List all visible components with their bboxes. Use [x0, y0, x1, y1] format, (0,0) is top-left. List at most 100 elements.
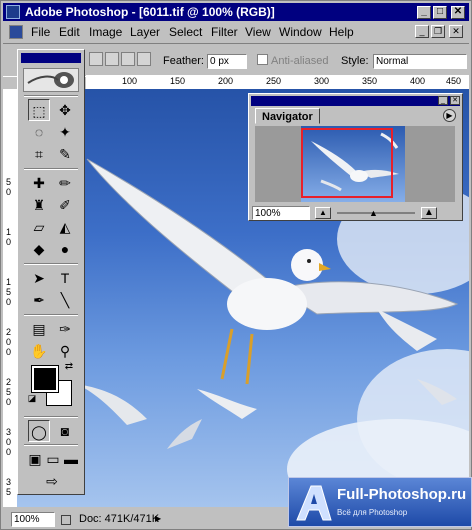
eraser-tool-icon[interactable]: ▱ [28, 216, 50, 238]
quick-mask-mode-icon[interactable]: ◙ [54, 420, 76, 442]
title-bar: Adobe Photoshop - [6011.tif @ 100% (RGB)… [3, 3, 469, 21]
anti-aliased-checkbox[interactable] [257, 54, 268, 65]
toolbox-divider [24, 263, 78, 265]
pen-tool-icon[interactable]: ✒ [28, 289, 50, 311]
feather-label: Feather: [163, 55, 204, 67]
path-selection-tool-icon[interactable]: ➤ [28, 267, 50, 289]
toolbox-divider [24, 95, 78, 97]
palette-minimize-button[interactable]: _ [438, 96, 448, 105]
doc-size-info: Doc: 471K/471K [79, 513, 160, 525]
site-watermark: Full-Photoshop.ru Всё для Photoshop [288, 477, 472, 527]
brush-tool-icon[interactable]: ✏ [54, 172, 76, 194]
maximize-button[interactable]: □ [433, 6, 447, 19]
menu-layer[interactable]: Layer [130, 23, 160, 41]
ruler-label: 150 [170, 76, 186, 86]
ruler-label: 0 [6, 297, 12, 307]
type-tool-icon[interactable]: T [54, 267, 76, 289]
watermark-logo-icon [296, 485, 332, 521]
standard-screen-mode-icon[interactable]: ▣ [26, 448, 44, 470]
ruler-label: 2 [6, 377, 12, 387]
ruler-label: 0 [6, 437, 12, 447]
ruler-label: 0 [6, 397, 12, 407]
ruler-label: 5 [6, 487, 12, 497]
notes-tool-icon[interactable]: ▤ [28, 318, 50, 340]
default-colors-icon[interactable]: ◪ [26, 392, 38, 404]
hand-tool-icon[interactable]: ✋ [28, 340, 50, 362]
slice-tool-icon[interactable]: ✎ [54, 143, 76, 165]
zoom-slider-thumb[interactable]: ▲ [369, 208, 378, 218]
navigator-header[interactable] [251, 96, 460, 106]
move-tool-icon[interactable]: ✥ [54, 99, 76, 121]
jump-to-imageready-icon[interactable]: ⇨ [34, 470, 70, 492]
style-label: Style: [341, 55, 369, 67]
crop-tool-icon[interactable]: ⌗ [28, 143, 50, 165]
watermark-title: Full-Photoshop.ru [337, 486, 467, 503]
photoshop-eye-logo[interactable] [23, 68, 79, 92]
feather-input[interactable]: 0 px [207, 54, 247, 69]
close-button[interactable]: ✕ [451, 6, 465, 19]
zoom-tool-icon[interactable]: ⚲ [54, 340, 76, 362]
menu-filter[interactable]: Filter [211, 23, 238, 41]
toolbox-header[interactable] [21, 53, 81, 63]
line-tool-icon[interactable]: ╲ [54, 289, 76, 311]
marquee-tool-icon[interactable]: ⬚ [28, 99, 50, 121]
menu-help[interactable]: Help [329, 23, 354, 41]
eyedropper-tool-icon[interactable]: ✑ [54, 318, 76, 340]
magic-wand-tool-icon[interactable]: ✦ [54, 121, 76, 143]
menu-window[interactable]: Window [279, 23, 322, 41]
ruler-label: 0 [6, 347, 12, 357]
palette-menu-arrow-icon[interactable]: ▶ [443, 109, 456, 122]
ruler-label: 400 [410, 76, 426, 86]
photoshop-window: Adobe Photoshop - [6011.tif @ 100% (RGB)… [0, 0, 472, 530]
toolbox-palette: ⬚ ✥ ◌ ✦ ⌗ ✎ ✚ ✏ ♜ ✐ ▱ ◭ ◆ ● ➤ T ✒ ╲ ▤ ✑ … [17, 49, 85, 495]
document-icon[interactable] [9, 25, 23, 39]
full-screen-mode-icon[interactable]: ▬ [62, 448, 80, 470]
ruler-label: 1 [6, 227, 12, 237]
toolbox-divider [24, 314, 78, 316]
intersect-selection-icon[interactable] [137, 52, 151, 66]
subtract-from-selection-icon[interactable] [121, 52, 135, 66]
toolbox-divider [24, 416, 78, 418]
dodge-tool-icon[interactable]: ● [54, 238, 76, 260]
ruler-label: 5 [6, 287, 12, 297]
minimize-button[interactable]: _ [417, 6, 431, 19]
tab-navigator[interactable]: Navigator [255, 108, 320, 124]
full-screen-menu-mode-icon[interactable]: ▭ [44, 448, 62, 470]
zoom-out-icon[interactable]: ▲ [315, 207, 331, 219]
doc-restore-button[interactable]: ❐ [431, 25, 445, 38]
navigator-view-box[interactable] [301, 128, 393, 198]
clone-stamp-tool-icon[interactable]: ♜ [28, 194, 50, 216]
ruler-label: 3 [6, 477, 12, 487]
photoshop-app-icon[interactable] [6, 5, 20, 19]
menu-edit[interactable]: Edit [59, 23, 80, 41]
menu-select[interactable]: Select [169, 23, 202, 41]
palette-close-button[interactable]: ✕ [450, 96, 460, 105]
status-info-icon [61, 515, 71, 525]
swap-colors-icon[interactable]: ⇄ [62, 360, 76, 374]
navigator-zoom-field[interactable]: 100% [252, 206, 310, 220]
blur-tool-icon[interactable]: ◆ [28, 238, 50, 260]
healing-brush-tool-icon[interactable]: ✚ [28, 172, 50, 194]
add-to-selection-icon[interactable] [105, 52, 119, 66]
history-brush-tool-icon[interactable]: ✐ [54, 194, 76, 216]
foreground-color-swatch[interactable] [31, 365, 59, 393]
status-menu-arrow-icon[interactable]: ▶ [155, 512, 165, 526]
new-selection-icon[interactable] [89, 52, 103, 66]
ruler-label: 200 [218, 76, 234, 86]
doc-close-button[interactable]: ✕ [449, 25, 463, 38]
ruler-label: 250 [266, 76, 282, 86]
zoom-in-icon[interactable]: ▲ [421, 207, 437, 219]
menu-view[interactable]: View [245, 23, 271, 41]
ruler-label: 350 [362, 76, 378, 86]
ruler-label: 0 [6, 187, 12, 197]
menu-image[interactable]: Image [89, 23, 122, 41]
doc-minimize-button[interactable]: _ [415, 25, 429, 38]
lasso-tool-icon[interactable]: ◌ [28, 121, 50, 143]
paint-bucket-tool-icon[interactable]: ◭ [54, 216, 76, 238]
standard-mode-icon[interactable]: ◯ [28, 420, 50, 442]
window-title: Adobe Photoshop - [6011.tif @ 100% (RGB)… [25, 5, 275, 19]
toolbox-divider [24, 168, 78, 170]
style-select[interactable]: Normal [373, 54, 467, 69]
status-zoom-field[interactable]: 100% [11, 512, 55, 527]
menu-file[interactable]: File [31, 23, 50, 41]
